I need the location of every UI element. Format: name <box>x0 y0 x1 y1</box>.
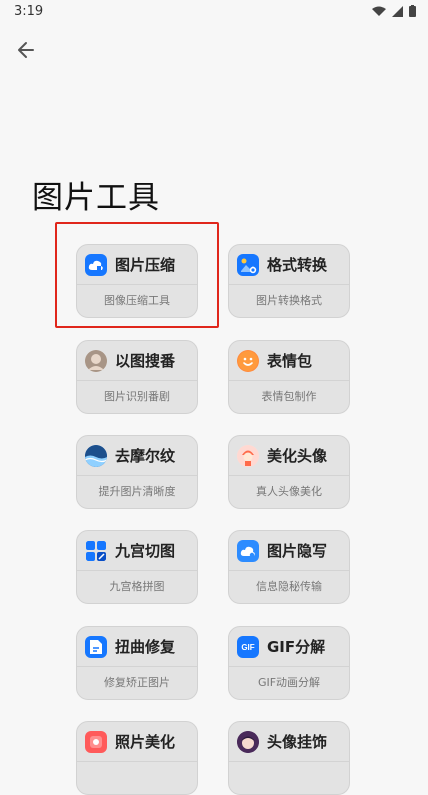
tool-name: 去摩尔纹 <box>115 447 176 465</box>
image-hide-icon <box>237 539 259 562</box>
tool-name: 美化头像 <box>267 447 328 465</box>
emoji-face-icon <box>237 349 259 372</box>
tool-desc: 提升图片清晰度 <box>98 485 176 498</box>
tool-card-grid-cut[interactable]: 九宫切图 九宫格拼图 <box>76 530 198 604</box>
tool-desc: 修复矫正图片 <box>104 676 170 689</box>
tool-name: 图片隐写 <box>267 542 328 560</box>
tool-desc: 九宫格拼图 <box>109 580 165 593</box>
tool-desc: 图片识别番剧 <box>104 390 170 403</box>
tool-name: 以图搜番 <box>115 352 176 370</box>
tool-card-distortion-fix[interactable]: 扭曲修复 修复矫正图片 <box>76 626 198 700</box>
svg-text:GIF: GIF <box>241 643 254 652</box>
tool-desc: 真人头像美化 <box>256 485 322 498</box>
tool-desc: GIF动画分解 <box>257 676 321 689</box>
tool-name: 格式转换 <box>267 256 328 274</box>
tool-name: 照片美化 <box>115 733 176 751</box>
document-fix-icon <box>85 635 107 658</box>
cloud-compress-icon <box>85 253 107 276</box>
tool-card-steganography[interactable]: 图片隐写 信息隐秘传输 <box>228 530 350 604</box>
status-time: 3:19 <box>14 4 44 19</box>
tool-desc: 信息隐秘传输 <box>256 580 322 593</box>
tool-card-gif-split[interactable]: GIF GIF分解 GIF动画分解 <box>228 626 350 700</box>
tool-name: 图片压缩 <box>115 256 176 274</box>
tool-card-image-compress[interactable]: 图片压缩 图像压缩工具 <box>76 244 198 318</box>
photo-beauty-icon <box>85 730 107 753</box>
tool-name: 表情包 <box>267 352 313 370</box>
wifi-icon <box>372 6 386 16</box>
tool-card-sticker[interactable]: 表情包 表情包制作 <box>228 340 350 414</box>
anime-avatar-icon <box>237 730 259 753</box>
signal-icon <box>392 5 403 17</box>
wave-landscape-icon <box>85 444 107 467</box>
tool-card-beautify-avatar[interactable]: 美化头像 真人头像美化 <box>228 435 350 509</box>
image-convert-icon <box>237 253 259 276</box>
tool-card-avatar-decor[interactable]: 头像挂饰 <box>228 721 350 795</box>
status-icons <box>372 5 416 17</box>
tool-card-remove-moire[interactable]: 去摩尔纹 提升图片清晰度 <box>76 435 198 509</box>
arrow-left-icon <box>18 42 34 58</box>
person-face-icon <box>237 444 259 467</box>
gif-icon: GIF <box>237 635 259 658</box>
tool-desc: 图像压缩工具 <box>104 294 170 307</box>
back-button[interactable] <box>10 36 42 64</box>
page-title: 图片工具 <box>32 180 160 216</box>
tool-name: GIF分解 <box>267 638 326 656</box>
tool-card-image-search-anime[interactable]: 以图搜番 图片识别番剧 <box>76 340 198 414</box>
battery-icon <box>409 5 416 17</box>
tool-desc: 表情包制作 <box>261 390 317 403</box>
tool-name: 扭曲修复 <box>115 638 176 656</box>
tool-desc: 图片转换格式 <box>256 294 322 307</box>
tool-name: 头像挂饰 <box>267 733 328 751</box>
tool-card-format-convert[interactable]: 格式转换 图片转换格式 <box>228 244 350 318</box>
status-bar: 3:19 <box>0 0 428 24</box>
grid-cut-icon <box>85 540 107 562</box>
tool-card-photo-beautify[interactable]: 照片美化 <box>76 721 198 795</box>
tool-name: 九宫切图 <box>115 542 176 560</box>
avatar-search-icon <box>85 349 107 372</box>
